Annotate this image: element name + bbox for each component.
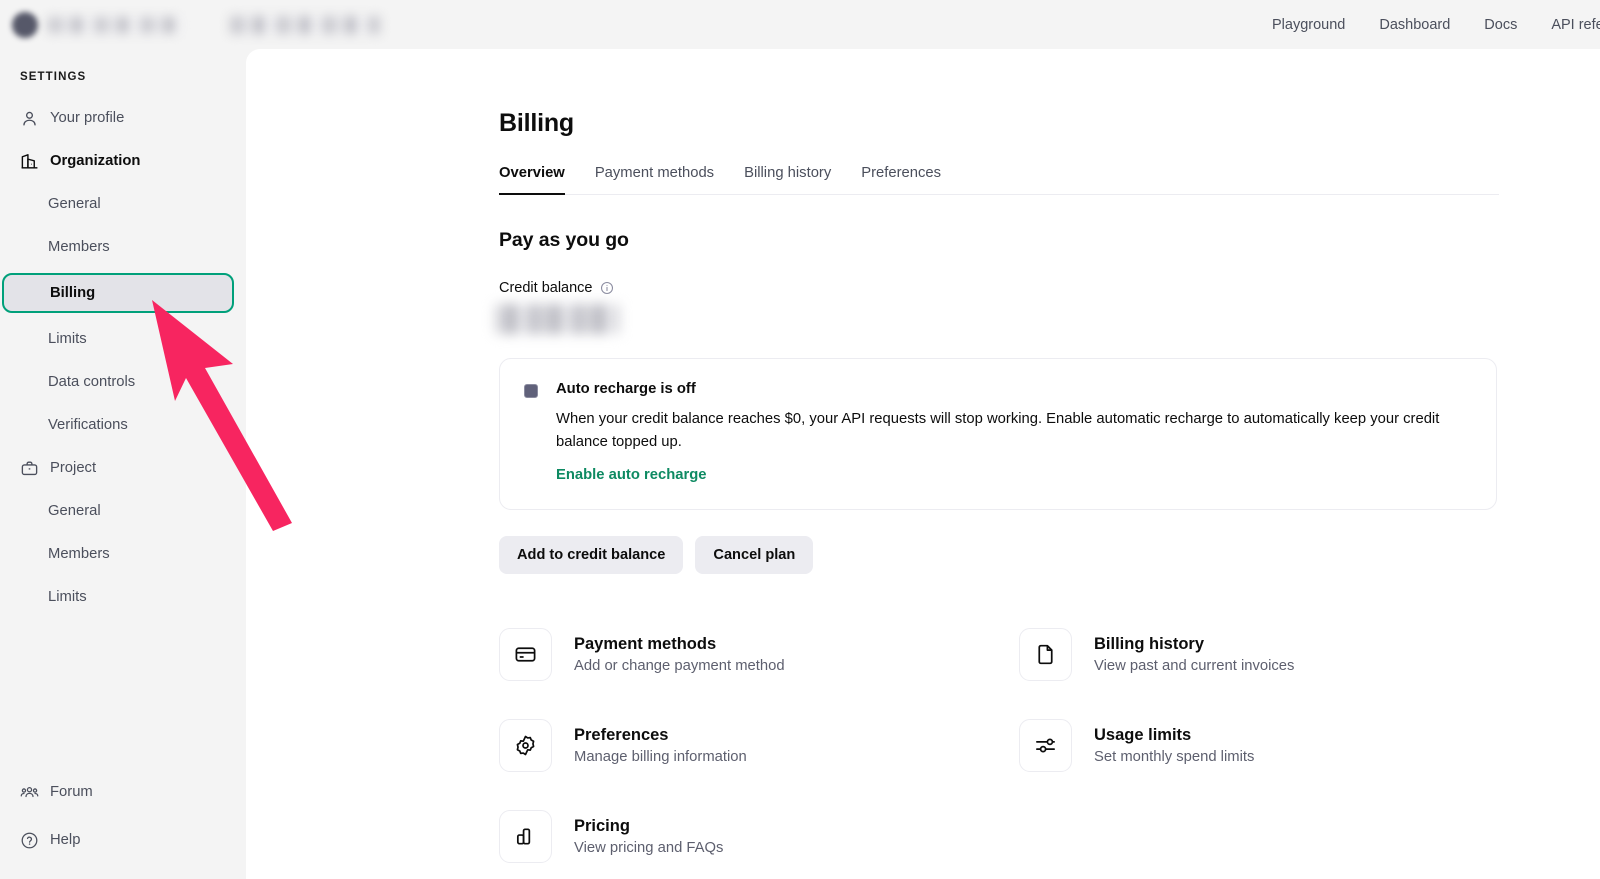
topnav-item-playground[interactable]: Playground [1272, 17, 1345, 33]
sidebar-item-verifications[interactable]: Verifications [10, 408, 236, 442]
auto-recharge-title: Auto recharge is off [556, 381, 1472, 397]
sidebar-item-org-general[interactable]: General [10, 187, 236, 221]
sidebar-item-label: General [48, 503, 101, 519]
sidebar-item-label: Organization [50, 153, 140, 169]
sidebar-item-label: Data controls [48, 374, 135, 390]
sidebar-bottom-nav: Forum Help [0, 775, 246, 871]
credit-card-icon [499, 628, 552, 681]
billing-tabs: Overview Payment methods Billing history… [499, 165, 1499, 195]
add-to-credit-balance-button[interactable]: Add to credit balance [499, 536, 683, 574]
sliders-icon [1019, 719, 1072, 772]
auto-recharge-card: Auto recharge is off When your credit ba… [499, 358, 1497, 510]
tab-preferences[interactable]: Preferences [861, 165, 941, 195]
card-payment-methods[interactable]: Payment methods Add or change payment me… [499, 628, 1019, 681]
sidebar-item-label: Members [48, 546, 110, 562]
credit-balance-label: Credit balance [499, 280, 593, 296]
sidebar-item-data-controls[interactable]: Data controls [10, 365, 236, 399]
card-preferences[interactable]: Preferences Manage billing information [499, 719, 1019, 772]
project-name-redacted [230, 16, 380, 34]
sidebar-item-label: Help [50, 832, 80, 848]
card-subtitle: View past and current invoices [1094, 658, 1294, 674]
settings-sidebar: SETTINGS Your profile Organization Gener… [0, 49, 246, 879]
sidebar-item-project[interactable]: Project [10, 451, 236, 485]
info-icon[interactable] [600, 281, 614, 295]
document-icon [1019, 628, 1072, 681]
tab-payment-methods[interactable]: Payment methods [595, 165, 714, 195]
sidebar-item-project-general[interactable]: General [10, 494, 236, 528]
auto-recharge-description: When your credit balance reaches $0, you… [556, 408, 1472, 454]
credit-balance-row: Credit balance [499, 280, 1600, 296]
sidebar-item-label: Limits [48, 589, 87, 605]
org-name-redacted [48, 17, 180, 33]
top-navigation: Playground Dashboard Docs API reference [1272, 17, 1600, 33]
sidebar-item-org-members[interactable]: Members [10, 230, 236, 264]
sidebar-item-label: General [48, 196, 101, 212]
card-subtitle: View pricing and FAQs [574, 840, 723, 856]
card-title: Payment methods [574, 635, 785, 654]
sidebar-item-label: Your profile [50, 110, 124, 126]
sidebar-item-label: Verifications [48, 417, 128, 433]
credit-balance-value-redacted [495, 304, 619, 334]
tab-overview[interactable]: Overview [499, 165, 565, 195]
enable-auto-recharge-link[interactable]: Enable auto recharge [556, 467, 1472, 483]
sidebar-item-label: Project [50, 460, 96, 476]
card-title: Billing history [1094, 635, 1294, 654]
sidebar-item-forum[interactable]: Forum [10, 775, 236, 809]
sidebar-item-organization[interactable]: Organization [10, 144, 236, 178]
page-title: Billing [499, 109, 1600, 138]
billing-link-cards: Payment methods Add or change payment me… [499, 628, 1600, 863]
topnav-item-docs[interactable]: Docs [1484, 17, 1517, 33]
sidebar-item-label: Billing [50, 285, 95, 301]
bar-chart-icon [499, 810, 552, 863]
section-title-pay-as-you-go: Pay as you go [499, 229, 1600, 252]
main-panel: Billing Overview Payment methods Billing… [246, 49, 1600, 879]
sidebar-item-label: Limits [48, 331, 87, 347]
card-pricing[interactable]: Pricing View pricing and FAQs [499, 810, 1019, 863]
brand-area[interactable] [12, 5, 380, 45]
topnav-item-dashboard[interactable]: Dashboard [1379, 17, 1450, 33]
card-title: Preferences [574, 726, 747, 745]
toggle-off-icon [524, 384, 538, 398]
briefcase-icon [20, 459, 39, 478]
organization-icon [20, 152, 39, 171]
cancel-plan-button[interactable]: Cancel plan [695, 536, 813, 574]
card-billing-history[interactable]: Billing history View past and current in… [1019, 628, 1539, 681]
card-title: Usage limits [1094, 726, 1254, 745]
card-usage-limits[interactable]: Usage limits Set monthly spend limits [1019, 719, 1539, 772]
topnav-item-api-reference[interactable]: API reference [1551, 17, 1600, 33]
card-subtitle: Add or change payment method [574, 658, 785, 674]
sidebar-item-label: Forum [50, 784, 93, 800]
sidebar-item-label: Members [48, 239, 110, 255]
sidebar-item-your-profile[interactable]: Your profile [10, 101, 236, 135]
sidebar-section-label: SETTINGS [0, 71, 246, 83]
help-circle-icon [20, 831, 39, 850]
sidebar-item-billing[interactable]: Billing [2, 273, 234, 313]
card-subtitle: Manage billing information [574, 749, 747, 765]
sidebar-item-project-members[interactable]: Members [10, 537, 236, 571]
user-icon [20, 109, 39, 128]
sidebar-item-project-limits[interactable]: Limits [10, 580, 236, 614]
billing-action-buttons: Add to credit balance Cancel plan [499, 536, 1600, 574]
card-title: Pricing [574, 817, 723, 836]
top-bar: Playground Dashboard Docs API reference [0, 0, 1600, 49]
sidebar-item-org-limits[interactable]: Limits [10, 322, 236, 356]
sidebar-item-help[interactable]: Help [10, 823, 236, 857]
people-icon [20, 783, 39, 802]
card-subtitle: Set monthly spend limits [1094, 749, 1254, 765]
tab-billing-history[interactable]: Billing history [744, 165, 831, 195]
org-logo-redacted [12, 12, 38, 38]
gear-icon [499, 719, 552, 772]
